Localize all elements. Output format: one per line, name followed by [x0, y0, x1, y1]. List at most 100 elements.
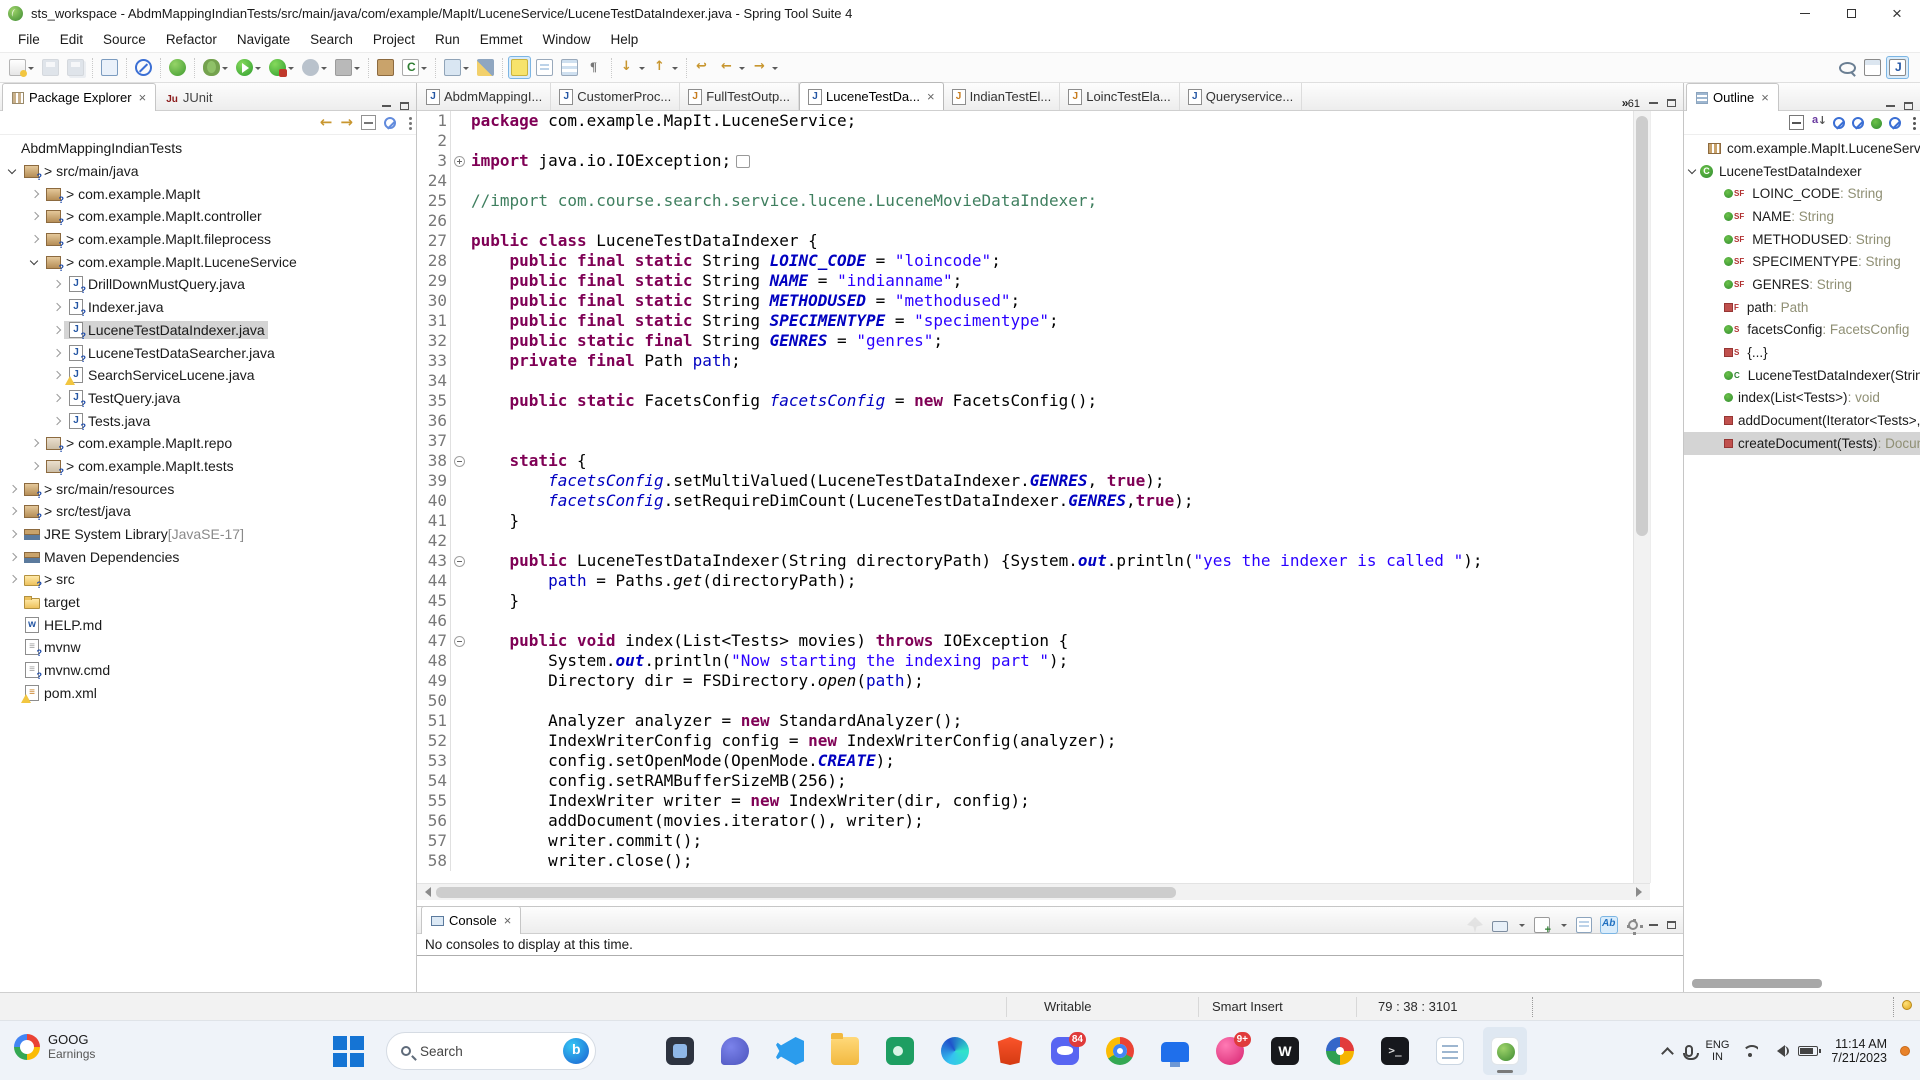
collapsed-chevron-icon[interactable] — [6, 527, 20, 541]
discord-icon[interactable]: 84 — [1043, 1027, 1087, 1075]
collapsed-chevron-icon[interactable] — [6, 550, 20, 564]
tree-item[interactable]: mvnw — [0, 636, 416, 659]
close-tab-icon[interactable] — [925, 89, 935, 104]
dropdown-caret-icon[interactable] — [255, 66, 261, 73]
menu-source[interactable]: Source — [93, 29, 156, 50]
hidden-editors-count[interactable]: 61 — [1622, 96, 1640, 110]
outline-item[interactable]: Fpath : Path — [1684, 296, 1920, 319]
maximize-editor-button[interactable] — [1667, 99, 1676, 107]
tab-junit[interactable]: JUnit — [156, 83, 222, 110]
tree-item[interactable]: TestQuery.java — [0, 387, 416, 410]
dropdown-caret-icon[interactable] — [321, 66, 327, 73]
tree-item[interactable]: target — [0, 591, 416, 614]
tab-package-explorer[interactable]: Package Explorer — [2, 83, 157, 111]
menu-help[interactable]: Help — [601, 29, 649, 50]
scrollbar-thumb[interactable] — [1636, 116, 1648, 536]
brave-browser-icon[interactable] — [988, 1027, 1032, 1075]
collapsed-chevron-icon[interactable] — [50, 391, 64, 405]
tree-item[interactable]: AbdmMappingIndianTests — [0, 137, 416, 160]
editor-tab-lucenetestda[interactable]: LuceneTestDa... — [799, 82, 944, 110]
collapsed-chevron-icon[interactable] — [50, 414, 64, 428]
hide-fields-icon[interactable] — [1833, 116, 1845, 129]
expanded-chevron-icon[interactable] — [1686, 164, 1700, 178]
dropdown-caret-icon[interactable] — [639, 66, 645, 73]
new-wizard-button[interactable] — [6, 56, 37, 79]
outline-item[interactable]: SF NAME : String — [1684, 205, 1920, 228]
microphone-icon[interactable] — [1682, 1045, 1699, 1060]
dropdown-caret-icon[interactable] — [222, 66, 228, 73]
expanded-chevron-icon[interactable] — [28, 255, 42, 269]
chrome-browser-icon[interactable] — [1098, 1027, 1142, 1075]
maximize-button[interactable] — [1828, 0, 1874, 26]
collapsed-chevron-icon[interactable] — [50, 277, 64, 291]
save-button[interactable] — [39, 56, 62, 79]
media-app-icon[interactable] — [658, 1027, 702, 1075]
dropdown-caret-icon[interactable] — [1519, 924, 1525, 930]
taskbar-search[interactable]: Search — [386, 1032, 596, 1070]
editor-tab-queryservice[interactable]: Queryservice... — [1180, 83, 1303, 110]
fold-collapse-icon[interactable] — [453, 635, 465, 647]
editor-tab-indiantestel[interactable]: IndianTestEl... — [944, 83, 1061, 110]
maximize-view-button[interactable] — [1904, 102, 1913, 110]
menu-edit[interactable]: Edit — [50, 29, 93, 50]
hide-non-public-icon[interactable] — [1871, 118, 1882, 129]
lightbulb-icon[interactable] — [1902, 1000, 1912, 1010]
coverage-button[interactable] — [266, 56, 297, 79]
notification-badge[interactable] — [1900, 1046, 1910, 1056]
tree-item[interactable]: > com.example.MapIt.tests — [0, 455, 416, 478]
show-hidden-icons-chevron[interactable] — [1660, 1046, 1674, 1060]
open-console-icon[interactable] — [1534, 917, 1551, 936]
stop-button[interactable] — [332, 56, 363, 79]
expanded-chevron-icon[interactable] — [6, 164, 20, 178]
editor-tab-abdmmappingi[interactable]: AbdmMappingI... — [418, 83, 552, 110]
last-edit-location-button[interactable] — [692, 56, 715, 79]
tree-item[interactable]: > src/main/java — [0, 160, 416, 183]
collapse-all-icon[interactable] — [1789, 115, 1804, 130]
new-java-package-button[interactable] — [374, 56, 397, 79]
minimize-view-button[interactable] — [1886, 105, 1895, 107]
outline-horizontal-scrollbar[interactable] — [1692, 979, 1822, 988]
tab-console[interactable]: Console — [421, 906, 522, 934]
tree-item[interactable]: > com.example.MapIt.repo — [0, 432, 416, 455]
outline-item[interactable]: SfacetsConfig : FacetsConfig — [1684, 319, 1920, 342]
console-settings-icon[interactable] — [1628, 919, 1638, 930]
maximize-view-button[interactable] — [400, 102, 409, 110]
menu-search[interactable]: Search — [300, 29, 363, 50]
show-paragraph-marks-button[interactable] — [583, 56, 606, 79]
collapsed-chevron-icon[interactable] — [6, 482, 20, 496]
dropdown-caret-icon[interactable] — [28, 66, 34, 73]
wifi-icon[interactable] — [1742, 1045, 1758, 1057]
tree-item[interactable]: Maven Dependencies — [0, 545, 416, 568]
editor-tab-fulltestoutp[interactable]: FullTestOutp... — [680, 83, 800, 110]
tree-item[interactable]: JRE System Library [JavaSE-17] — [0, 523, 416, 546]
skip-all-breakpoints-button[interactable] — [132, 56, 155, 79]
outline-item[interactable]: SF SPECIMENTYPE : String — [1684, 250, 1920, 273]
minimize-button[interactable] — [1782, 0, 1828, 26]
outline-item[interactable]: SF GENRES : String — [1684, 273, 1920, 296]
tree-item[interactable]: pom.xml — [0, 682, 416, 705]
dropdown-caret-icon[interactable] — [772, 66, 778, 73]
editor-tab-loinctestela[interactable]: LoincTestEla... — [1060, 83, 1180, 110]
scroll-left-arrow[interactable] — [417, 884, 434, 901]
tree-item[interactable]: > com.example.MapIt.fileprocess — [0, 228, 416, 251]
minimize-view-button[interactable] — [382, 105, 391, 107]
tree-item[interactable]: HELP.md — [0, 613, 416, 636]
run-button[interactable] — [233, 56, 264, 79]
menu-file[interactable]: File — [8, 29, 50, 50]
forward-button[interactable] — [750, 56, 781, 79]
scrollbar-thumb[interactable] — [436, 886, 1176, 898]
tree-item[interactable]: DrillDownMustQuery.java — [0, 273, 416, 296]
open-task-button[interactable] — [98, 56, 121, 79]
word-wrap-icon[interactable] — [1576, 917, 1592, 933]
outline-item[interactable]: com.example.MapIt.LuceneService — [1684, 137, 1920, 160]
outline-item[interactable]: SF LOINC_CODE : String — [1684, 182, 1920, 205]
fold-collapse-icon[interactable] — [453, 455, 465, 467]
collapsed-chevron-icon[interactable] — [28, 187, 42, 201]
close-tab-icon[interactable] — [502, 913, 512, 928]
spring-tool-suite-icon[interactable] — [1483, 1027, 1527, 1075]
editor-vertical-scrollbar[interactable] — [1633, 111, 1650, 883]
external-tools-button[interactable] — [441, 56, 472, 79]
toggle-mark-occurrences-button[interactable] — [508, 56, 531, 79]
menu-window[interactable]: Window — [532, 29, 600, 50]
quick-access-search-button[interactable] — [1836, 59, 1859, 77]
